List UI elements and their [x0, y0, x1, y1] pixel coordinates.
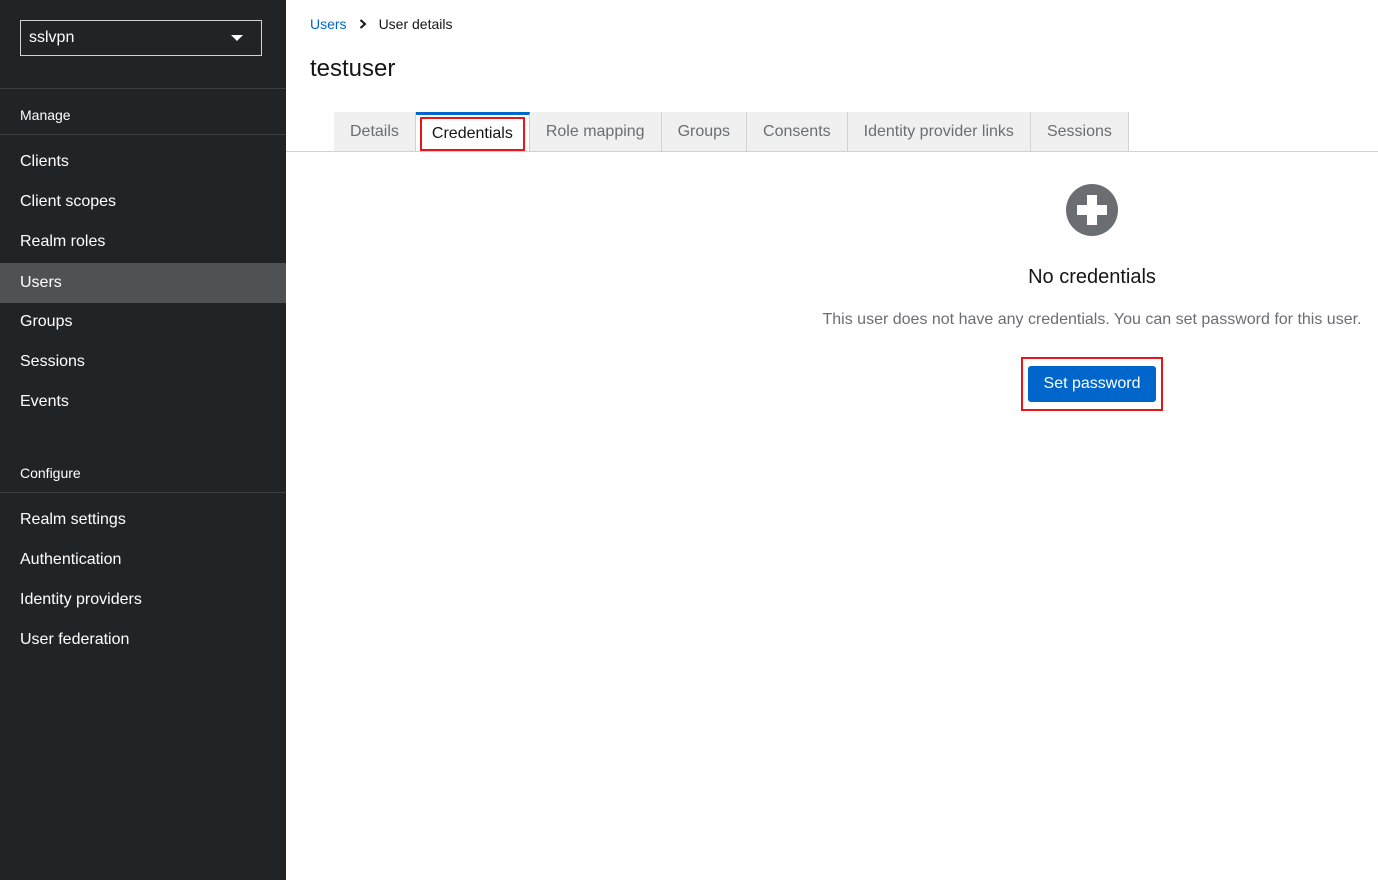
main-content: Users User details testuser Details Cred…	[286, 0, 1378, 880]
chevron-right-icon	[359, 19, 367, 29]
sidebar-item-realm-settings[interactable]: Realm settings	[0, 500, 286, 540]
realm-name: sslvpn	[29, 29, 75, 46]
sidebar-item-users[interactable]: Users	[0, 263, 286, 303]
empty-state-title: No credentials	[1028, 266, 1156, 288]
sidebar-item-groups[interactable]: Groups	[0, 302, 286, 342]
tab-identity-provider-links[interactable]: Identity provider links	[847, 112, 1031, 152]
tab-label: Details	[350, 123, 399, 140]
sidebar-item-events[interactable]: Events	[0, 382, 286, 422]
realm-selector[interactable]: sslvpn	[20, 20, 262, 56]
tab-consents[interactable]: Consents	[747, 112, 848, 152]
tab-sessions[interactable]: Sessions	[1030, 112, 1129, 152]
tab-details[interactable]: Details	[334, 112, 416, 152]
tab-label: Consents	[763, 123, 831, 140]
breadcrumb-current: User details	[378, 16, 453, 32]
breadcrumb-users-link[interactable]: Users	[310, 16, 347, 32]
tab-label: Credentials	[419, 116, 525, 151]
sidebar-item-user-federation[interactable]: User federation	[0, 620, 286, 660]
sidebar-divider	[0, 134, 286, 135]
sidebar-item-clients[interactable]: Clients	[0, 142, 286, 182]
empty-state: No credentials This user does not have a…	[821, 184, 1363, 411]
sidebar-item-authentication[interactable]: Authentication	[0, 540, 286, 580]
sidebar-item-identity-providers[interactable]: Identity providers	[0, 580, 286, 620]
section-title-configure: Configure	[20, 465, 81, 481]
tab-credentials[interactable]: Credentials	[415, 112, 530, 152]
caret-down-icon	[231, 35, 243, 41]
tab-role-mapping[interactable]: Role mapping	[529, 112, 662, 152]
tab-label: Identity provider links	[863, 123, 1014, 140]
sidebar-divider	[0, 88, 286, 89]
highlight-box: Set password	[1021, 357, 1163, 411]
sidebar: sslvpn Manage Clients Client scopes Real…	[0, 0, 286, 880]
empty-state-body: This user does not have any credentials.…	[822, 311, 1362, 328]
sidebar-item-client-scopes[interactable]: Client scopes	[0, 182, 286, 222]
tabs-divider	[286, 151, 1378, 152]
set-password-button[interactable]: Set password	[1028, 366, 1156, 402]
section-title-manage: Manage	[20, 107, 71, 123]
tab-label: Groups	[677, 123, 731, 140]
tab-label: Role mapping	[545, 123, 645, 140]
page-title: testuser	[310, 55, 396, 82]
tab-label: Sessions	[1046, 123, 1112, 140]
tab-bar: Details Credentials Role mapping Groups …	[334, 112, 1129, 152]
sidebar-item-sessions[interactable]: Sessions	[0, 342, 286, 382]
sidebar-item-realm-roles[interactable]: Realm roles	[0, 222, 286, 262]
tab-groups[interactable]: Groups	[661, 112, 748, 152]
plus-circle-icon	[1066, 184, 1118, 236]
breadcrumb: Users User details	[310, 16, 452, 32]
sidebar-divider	[0, 492, 286, 493]
